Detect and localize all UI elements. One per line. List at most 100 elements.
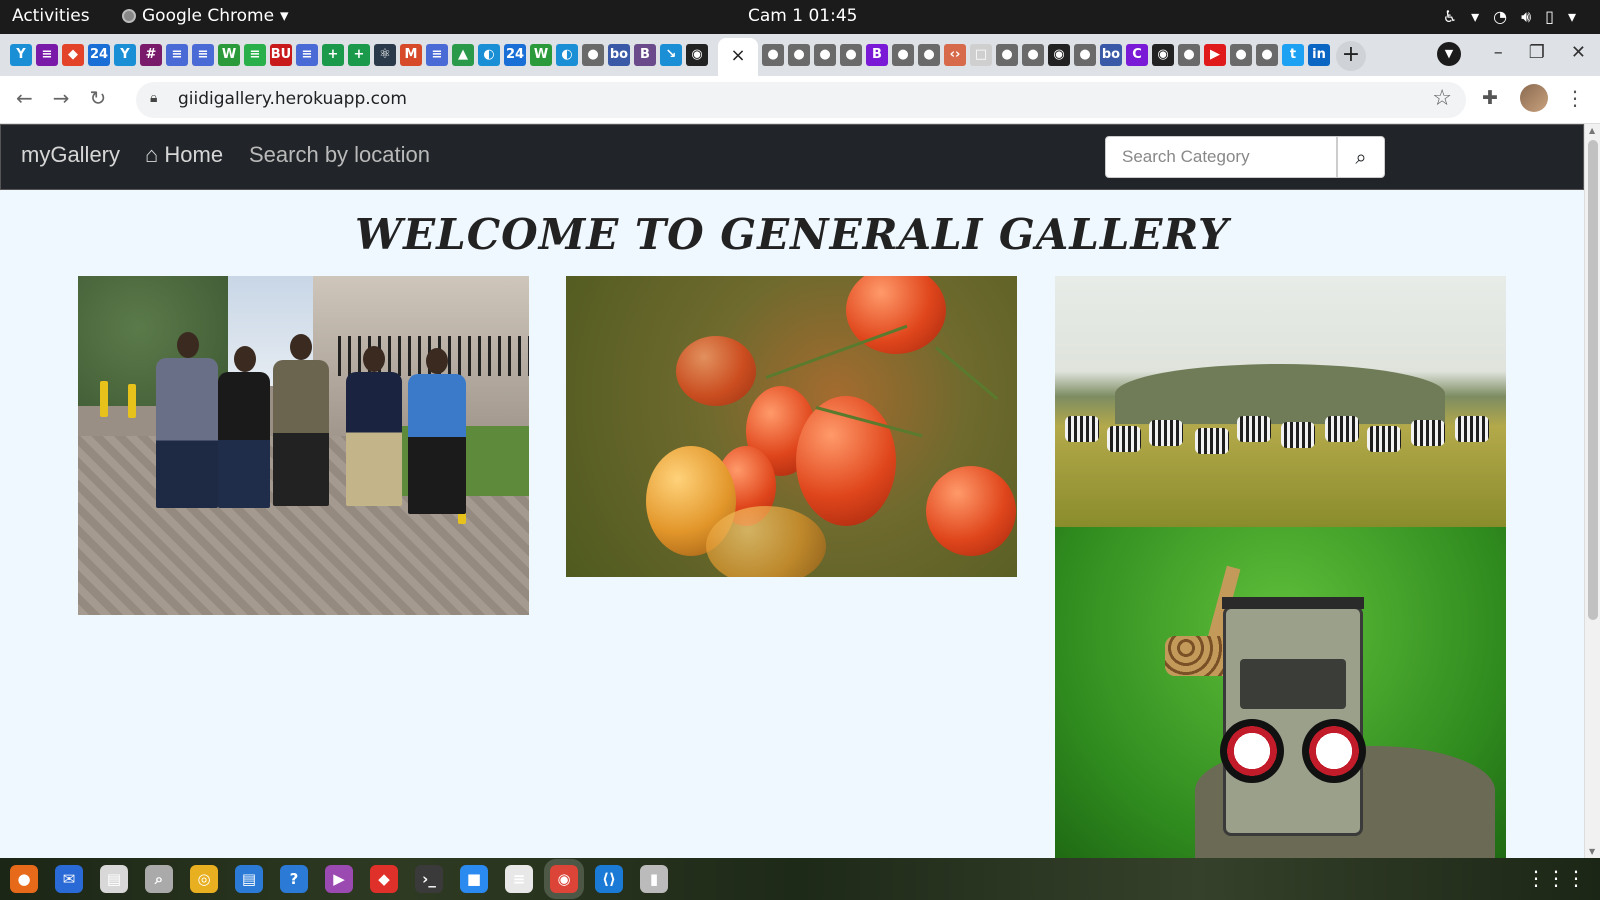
system-tray[interactable]: ♿ ▾ ◔ 🔊︎ ▯ ▾: [1443, 7, 1576, 27]
volume-icon[interactable]: 🔊︎: [1521, 7, 1531, 27]
firefox-icon[interactable]: ●: [10, 865, 38, 893]
vscode-icon[interactable]: ⟨⟩: [595, 865, 623, 893]
tab-favicon[interactable]: M: [400, 44, 422, 66]
new-tab-button[interactable]: +: [1336, 41, 1366, 71]
tab-favicon[interactable]: ●: [1178, 44, 1200, 66]
tab-favicon[interactable]: Y: [114, 44, 136, 66]
rhythmbox-icon[interactable]: ◎: [190, 865, 218, 893]
bookmark-star-icon[interactable]: ☆: [1432, 86, 1452, 111]
lock-icon[interactable]: 🔒︎: [150, 90, 157, 106]
clock[interactable]: Cam 1 01:45: [748, 6, 857, 26]
tab-favicon[interactable]: ◉: [686, 44, 708, 66]
activities-button[interactable]: Activities: [12, 6, 90, 26]
tab-favicon[interactable]: B: [634, 44, 656, 66]
video-icon[interactable]: ▶: [325, 865, 353, 893]
tab-favicon[interactable]: ●: [788, 44, 810, 66]
nav-home-link[interactable]: ⌂ Home: [145, 142, 223, 168]
tab-favicon[interactable]: ●: [582, 44, 604, 66]
tab-favicon[interactable]: ◐: [478, 44, 500, 66]
image-viewer-icon[interactable]: ⌕: [145, 865, 173, 893]
tab-favicon[interactable]: ◉: [1048, 44, 1070, 66]
tab-favicon[interactable]: ●: [996, 44, 1018, 66]
battery-icon[interactable]: ▯: [1545, 7, 1554, 27]
tab-favicon[interactable]: ●: [1230, 44, 1252, 66]
tab-favicon[interactable]: ▶: [1204, 44, 1226, 66]
tab-favicon[interactable]: ⚛: [374, 44, 396, 66]
tab-favicon[interactable]: ◉: [1152, 44, 1174, 66]
gallery-image-tomatoes[interactable]: [566, 276, 1017, 577]
chrome-icon[interactable]: ◉: [544, 859, 584, 899]
app-menu[interactable]: Google Chrome ▾: [122, 6, 289, 26]
text-editor-icon[interactable]: ≡: [505, 865, 533, 893]
close-tab-icon[interactable]: ×: [730, 45, 745, 66]
tab-favicon[interactable]: ◆: [62, 44, 84, 66]
tab-favicon[interactable]: bo: [608, 44, 630, 66]
tab-favicon[interactable]: ●: [1022, 44, 1044, 66]
close-window-icon[interactable]: ✕: [1571, 42, 1586, 63]
tab-favicon[interactable]: 24: [88, 44, 110, 66]
tab-favicon[interactable]: ●: [840, 44, 862, 66]
tab-favicon[interactable]: ◐: [556, 44, 578, 66]
search-category-input[interactable]: [1105, 136, 1337, 178]
nav-search-location-link[interactable]: Search by location: [249, 142, 430, 168]
reload-icon[interactable]: ↻: [90, 86, 107, 110]
scrollbar-thumb[interactable]: [1588, 140, 1598, 620]
tab-favicon[interactable]: ≡: [166, 44, 188, 66]
tab-favicon[interactable]: ●: [918, 44, 940, 66]
tab-favicon[interactable]: ≡: [426, 44, 448, 66]
thunderbird-icon[interactable]: ✉: [55, 865, 83, 893]
scroll-down-icon[interactable]: ▼: [1589, 847, 1595, 856]
tab-favicon[interactable]: B: [866, 44, 888, 66]
scroll-up-icon[interactable]: ▲: [1589, 126, 1595, 135]
active-tab[interactable]: ×: [718, 38, 758, 76]
tab-favicon[interactable]: W: [530, 44, 552, 66]
tab-favicon[interactable]: +: [348, 44, 370, 66]
tab-favicon[interactable]: ●: [1074, 44, 1096, 66]
usb-creator-icon[interactable]: ▮: [640, 865, 668, 893]
tab-favicon[interactable]: +: [322, 44, 344, 66]
profile-avatar[interactable]: [1520, 84, 1548, 112]
chevron-down-icon[interactable]: ▾: [1471, 7, 1479, 27]
tab-favicon[interactable]: BU: [270, 44, 292, 66]
anydesk-icon[interactable]: ◆: [370, 865, 398, 893]
address-bar[interactable]: 🔒︎ giidigallery.herokuapp.com ☆: [136, 82, 1466, 118]
page-scrollbar[interactable]: ▲ ▼: [1584, 124, 1600, 858]
navbar-brand[interactable]: myGallery: [21, 142, 120, 168]
forward-icon[interactable]: →: [53, 86, 70, 110]
tab-favicon[interactable]: ≡: [192, 44, 214, 66]
tab-favicon[interactable]: ‹›: [944, 44, 966, 66]
maximize-icon[interactable]: ❐: [1529, 42, 1545, 63]
tab-favicon[interactable]: #: [140, 44, 162, 66]
gallery-image-group-photo[interactable]: [78, 276, 529, 615]
tab-favicon[interactable]: ●: [762, 44, 784, 66]
tab-favicon[interactable]: ≡: [296, 44, 318, 66]
terminal-icon[interactable]: ›_: [415, 865, 443, 893]
chevron-down-icon[interactable]: ▾: [1568, 7, 1576, 27]
tab-favicon[interactable]: ≡: [244, 44, 266, 66]
tab-favicon[interactable]: in: [1308, 44, 1330, 66]
tab-favicon[interactable]: ≡: [36, 44, 58, 66]
tab-favicon[interactable]: t: [1282, 44, 1304, 66]
gallery-image-safari[interactable]: [1055, 276, 1506, 858]
show-applications-icon[interactable]: ⋮⋮⋮: [1526, 866, 1586, 890]
minimize-icon[interactable]: –: [1494, 42, 1503, 63]
accessibility-icon[interactable]: ♿: [1443, 7, 1457, 27]
tab-favicon[interactable]: ●: [814, 44, 836, 66]
url-text[interactable]: giidigallery.herokuapp.com: [178, 89, 407, 109]
zoom-icon[interactable]: ■: [460, 865, 488, 893]
files-icon[interactable]: ▤: [100, 865, 128, 893]
tab-favicon[interactable]: ●: [1256, 44, 1278, 66]
kebab-menu-icon[interactable]: ⋮: [1565, 86, 1585, 110]
tab-favicon[interactable]: Y: [10, 44, 32, 66]
tab-favicon[interactable]: C: [1126, 44, 1148, 66]
tab-favicon[interactable]: □: [970, 44, 992, 66]
tab-favicon[interactable]: W: [218, 44, 240, 66]
tab-favicon[interactable]: ↘: [660, 44, 682, 66]
tab-favicon[interactable]: ▲: [452, 44, 474, 66]
wifi-icon[interactable]: ◔: [1493, 7, 1507, 27]
back-icon[interactable]: ←: [16, 86, 33, 110]
tab-favicon[interactable]: ●: [892, 44, 914, 66]
tab-favicon[interactable]: 24: [504, 44, 526, 66]
search-button[interactable]: ⌕: [1337, 136, 1385, 178]
extensions-icon[interactable]: ✚: [1482, 87, 1498, 109]
